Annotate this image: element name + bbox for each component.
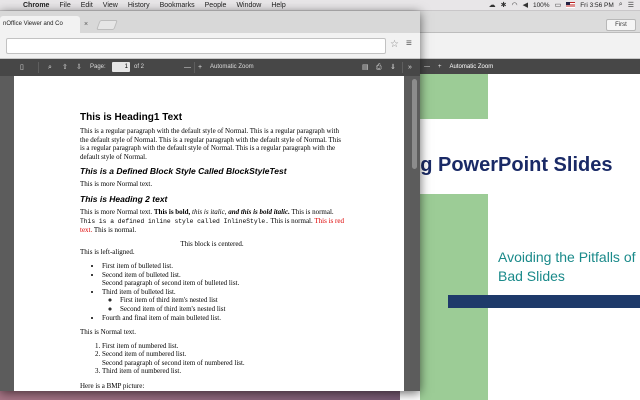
list-item-text: Second item of numbered list. <box>102 350 187 359</box>
list-item: First item of bulleted list. <box>102 262 344 271</box>
find-icon[interactable]: ⌕ <box>48 63 52 72</box>
normal-paragraph: This is a regular paragraph with the def… <box>80 127 342 161</box>
previous-page-icon[interactable]: ⇧ <box>62 63 68 72</box>
background-browser-window: First — + Automatic Zoom ng PowerPoint S… <box>400 11 640 400</box>
menu-window[interactable]: Window <box>231 2 266 9</box>
menu-chrome[interactable]: Chrome <box>18 2 54 9</box>
pdf-page: This is Heading1 Text This is a regular … <box>14 76 404 391</box>
bg-tabstrip: First <box>400 11 640 33</box>
inline-style-run: This is a defined inline style called In… <box>80 217 269 225</box>
first-button[interactable]: First <box>606 19 636 31</box>
toolbar-separator <box>402 62 403 73</box>
block-style-heading: This is a Defined Block Style Called Blo… <box>80 166 287 177</box>
toolbar-separator <box>194 62 195 73</box>
nested-list-item: Second item of third item's nested list <box>120 305 344 314</box>
menu-people[interactable]: People <box>200 2 232 9</box>
bg-toolbar <box>400 33 640 59</box>
menu-help[interactable]: Help <box>266 2 290 9</box>
bg-zoom-in-icon[interactable]: + <box>438 64 442 70</box>
bookmark-star-icon[interactable]: ☆ <box>390 39 399 50</box>
battery-percent: 100% <box>532 1 550 9</box>
menubar-clock[interactable]: Fri 3:56 PM <box>580 2 614 9</box>
bulleted-list: First item of bulleted list. Second item… <box>102 262 344 322</box>
sidebar-toggle-icon[interactable]: ▯ <box>20 63 24 72</box>
nested-list: First item of third item's nested list S… <box>120 296 344 313</box>
mixed-style-paragraph: This is more Normal text. This is bold, … <box>80 208 344 235</box>
slide-canvas: ng PowerPoint Slides Avoiding the Pitfal… <box>400 74 640 400</box>
slide-subtitle: Avoiding the Pitfalls of Bad Slides <box>498 249 636 284</box>
input-source-flag-icon[interactable] <box>566 2 576 8</box>
text-run: This is more Normal text. <box>80 207 154 216</box>
menu-bookmarks[interactable]: Bookmarks <box>155 2 200 9</box>
list-item: First item of numbered list. <box>102 342 344 351</box>
text-run: This is normal. <box>289 207 334 216</box>
zoom-in-icon[interactable]: + <box>198 63 202 72</box>
zoom-select[interactable]: Automatic Zoom <box>210 64 254 70</box>
wifi-icon[interactable]: ◠ <box>511 1 517 9</box>
browser-menu-icon[interactable]: ≡ <box>406 38 412 49</box>
list-item: Third item of bulleted list. First item … <box>102 288 344 314</box>
nested-list-item: First item of third item's nested list <box>120 296 344 305</box>
chrome-window: nOffice Viewer and Co × ☆ ≡ ▯ ⌕ ⇧ ⇩ Page… <box>0 11 420 391</box>
list-item-text: Third item of bulleted list. <box>102 287 176 296</box>
list-item: Second item of numbered list.Second para… <box>102 350 344 367</box>
bold-run: This is bold, <box>153 207 191 216</box>
menu-view[interactable]: View <box>98 2 123 9</box>
normal-text: This is Normal text. <box>80 328 136 337</box>
bluetooth-icon[interactable]: ✱ <box>501 1 507 9</box>
download-icon[interactable]: ⇓ <box>390 63 396 72</box>
list-item-continuation: Second paragraph of second item of numbe… <box>102 358 245 367</box>
battery-icon[interactable]: ▭ <box>555 1 562 9</box>
next-page-icon[interactable]: ⇩ <box>76 63 82 72</box>
bg-pdf-toolbar: — + Automatic Zoom <box>400 59 640 74</box>
italic-run: this is italic, <box>192 207 227 216</box>
page-label: Page: <box>90 64 106 70</box>
toolbar-separator <box>38 62 39 73</box>
list-item-text: Second item of bulleted list. <box>102 270 181 279</box>
tab-close-icon[interactable]: × <box>84 21 88 28</box>
tab-pdf-viewer[interactable]: nOffice Viewer and Co <box>0 16 80 33</box>
page-number-input[interactable]: 1 <box>112 62 130 72</box>
page-total: of 2 <box>134 64 145 70</box>
cloud-icon[interactable]: ☁ <box>489 1 496 9</box>
list-item-continuation: Second paragraph of second item of bulle… <box>102 279 240 288</box>
zoom-out-icon[interactable]: — <box>184 63 191 72</box>
list-item: Fourth and final item of main bulleted l… <box>102 314 344 323</box>
centered-block: This block is centered. <box>180 239 244 248</box>
bg-zoom-out-icon[interactable]: — <box>424 64 430 70</box>
slide-green-block <box>420 74 488 119</box>
browser-toolbar: ☆ ≡ <box>0 33 420 59</box>
menu-file[interactable]: File <box>54 2 75 9</box>
list-item: Second item of bulleted list.Second para… <box>102 271 344 288</box>
menu-edit[interactable]: Edit <box>76 2 98 9</box>
pdf-viewer[interactable]: This is Heading1 Text This is a regular … <box>0 76 420 391</box>
notification-center-icon[interactable]: ☰ <box>628 1 634 9</box>
heading1: This is Heading1 Text <box>80 112 183 123</box>
left-aligned-text: This is left-aligned. <box>80 248 135 257</box>
pdf-toolbar: ▯ ⌕ ⇧ ⇩ Page: 1 of 2 — + Automatic Zoom … <box>0 59 420 76</box>
vertical-scrollbar[interactable] <box>412 79 417 169</box>
slide-navy-bar <box>448 295 640 308</box>
tab-bar: nOffice Viewer and Co × <box>0 11 420 33</box>
list-item: Third item of numbered list. <box>102 367 344 376</box>
tools-icon[interactable]: » <box>408 63 412 72</box>
bg-zoom-select[interactable]: Automatic Zoom <box>450 64 494 70</box>
bmp-picture-label: Here is a BMP picture: <box>80 382 145 391</box>
text-run: This is normal. <box>268 216 315 225</box>
text-run: This is normal. <box>92 226 137 235</box>
bold-italic-run: and this is bold italic. <box>228 207 290 216</box>
print-icon[interactable]: ⎙ <box>376 63 382 72</box>
volume-icon[interactable]: ◀ <box>523 1 528 9</box>
new-tab-button[interactable] <box>96 20 118 30</box>
slide-title: ng PowerPoint Slides <box>408 154 613 176</box>
menu-history[interactable]: History <box>123 2 155 9</box>
address-bar[interactable] <box>6 38 386 54</box>
numbered-list: First item of numbered list. Second item… <box>102 342 344 376</box>
heading2: This is Heading 2 text <box>80 193 168 204</box>
menu-bar: Chrome File Edit View History Bookmarks … <box>0 0 640 11</box>
more-normal-text: This is more Normal text. <box>80 180 153 189</box>
open-file-icon[interactable]: ▤ <box>362 63 369 72</box>
search-icon[interactable]: ⌕ <box>619 1 623 9</box>
